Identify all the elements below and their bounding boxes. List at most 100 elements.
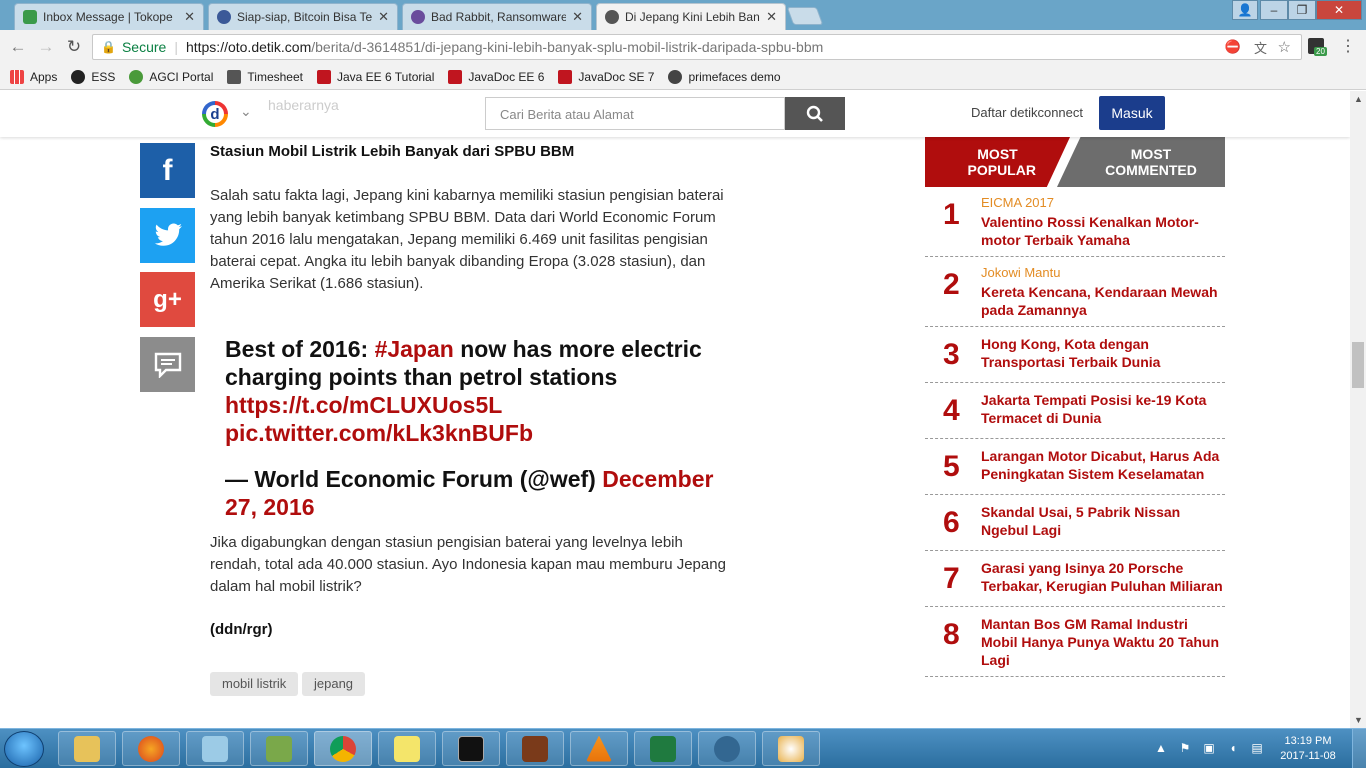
item-title-link[interactable]: Jakarta Tempati Posisi ke-19 Kota Termac… [981, 391, 1225, 427]
item-title-link[interactable]: Kereta Kencana, Kendaraan Mewah pada Zam… [981, 283, 1225, 319]
new-tab-button[interactable] [786, 7, 824, 25]
secure-indicator[interactable]: 🔒 Secure [101, 39, 166, 55]
volume-icon[interactable]: ◖ [1226, 741, 1240, 755]
tweet-url-link[interactable]: https://t.co/mCLUXUos5L [225, 392, 502, 418]
googleplus-share-button[interactable]: g+ [140, 272, 195, 327]
start-button[interactable] [4, 731, 44, 767]
item-title-link[interactable]: Hong Kong, Kota dengan Transportasi Terb… [981, 335, 1225, 371]
taskbar-firefox[interactable] [122, 731, 180, 766]
tab-most-commented[interactable]: MOST COMMENTED [1057, 137, 1225, 187]
facebook-favicon-icon [217, 10, 231, 24]
sticky-notes-icon [394, 735, 420, 762]
item-title-link[interactable]: Mantan Bos GM Ramal Industri Mobil Hanya… [981, 615, 1225, 669]
item-keyword[interactable]: EICMA 2017 [981, 195, 1225, 211]
register-link[interactable]: Daftar detikconnect [971, 105, 1083, 120]
bookmark-javadoc-se7[interactable]: JavaDoc SE 7 [558, 69, 654, 84]
taskbar-java-ide[interactable] [506, 731, 564, 766]
tag-chip[interactable]: mobil listrik [210, 672, 299, 696]
language-icon[interactable]: ▤ [1250, 741, 1264, 755]
item-title-link[interactable]: Larangan Motor Dicabut, Harus Ada Pening… [981, 447, 1225, 483]
twitter-share-button[interactable] [140, 208, 195, 263]
item-title-link[interactable]: Skandal Usai, 5 Pabrik Nissan Ngebul Lag… [981, 503, 1225, 539]
user-icon[interactable]: 👤 [1232, 0, 1258, 20]
taskbar-postgres[interactable] [698, 731, 756, 766]
browser-tab-2[interactable]: Siap-siap, Bitcoin Bisa Te ✕ [208, 3, 398, 30]
popular-item[interactable]: 1 EICMA 2017 Valentino Rossi Kenalkan Mo… [925, 187, 1225, 257]
bookmark-primefaces[interactable]: primefaces demo [668, 69, 781, 84]
browser-tab-1[interactable]: Inbox Message | Tokope ✕ [14, 3, 204, 30]
bookmark-timesheet[interactable]: Timesheet [227, 69, 303, 84]
item-title-link[interactable]: Garasi yang Isinya 20 Porsche Terbakar, … [981, 559, 1225, 595]
taskbar-chrome[interactable] [314, 731, 372, 766]
back-icon[interactable]: ← [8, 37, 28, 57]
taskbar-excel[interactable] [634, 731, 692, 766]
close-tab-icon[interactable]: ✕ [572, 9, 583, 25]
close-tab-icon[interactable]: ✕ [378, 9, 389, 25]
author-credit: (ddn/rgr) [210, 621, 273, 638]
popular-item[interactable]: 4 Jakarta Tempati Posisi ke-19 Kota Term… [925, 383, 1225, 439]
scroll-up-icon[interactable]: ▲ [1354, 94, 1363, 104]
tweet-hashtag-link[interactable]: #Japan [375, 336, 454, 362]
taskbar-vlc[interactable] [570, 731, 628, 766]
popular-item[interactable]: 8 Mantan Bos GM Ramal Industri Mobil Han… [925, 607, 1225, 677]
bookmark-label: Java EE 6 Tutorial [336, 69, 435, 84]
login-button[interactable]: Masuk [1099, 96, 1165, 130]
bookmark-label: Apps [30, 69, 58, 84]
excel-icon [650, 735, 676, 762]
popular-item[interactable]: 6 Skandal Usai, 5 Pabrik Nissan Ngebul L… [925, 495, 1225, 551]
page-scrollbar[interactable] [1350, 91, 1366, 728]
taskbar-notes[interactable] [186, 731, 244, 766]
close-window-button[interactable]: ✕ [1316, 0, 1362, 20]
tag-chip[interactable]: jepang [302, 672, 366, 696]
system-clock[interactable]: 13:19 PM 2017-11-08 [1276, 734, 1340, 764]
bookmark-label: ESS [91, 69, 116, 84]
bookmark-agci[interactable]: AGCI Portal [129, 69, 213, 84]
scrollbar-thumb[interactable] [1352, 342, 1364, 388]
comment-button[interactable] [140, 337, 195, 392]
blocked-popup-icon[interactable]: ⛔ [1225, 39, 1241, 55]
web-page: d ⌄ haberarnya Cari Berita atau Alamat D… [0, 91, 1350, 728]
tweet-pic-link[interactable]: pic.twitter.com/kLk3knBUFb [225, 420, 533, 446]
browser-tab-3[interactable]: Bad Rabbit, Ransomware ✕ [402, 3, 592, 30]
bookmark-ess[interactable]: ESS [71, 69, 116, 84]
scroll-down-icon[interactable]: ▼ [1354, 715, 1363, 725]
item-title-link[interactable]: Valentino Rossi Kenalkan Motor-motor Ter… [981, 213, 1225, 249]
address-bar[interactable]: 🔒 Secure | https://oto.detik.com/berita/… [92, 34, 1302, 60]
taskbar-monitor[interactable] [250, 731, 308, 766]
bookmark-apps[interactable]: Apps [10, 69, 58, 84]
tray-expand-icon[interactable]: ▲ [1154, 741, 1168, 755]
network-warning-icon[interactable]: ⚑ [1178, 741, 1192, 755]
popular-item[interactable]: 7 Garasi yang Isinya 20 Porsche Terbakar… [925, 551, 1225, 607]
popular-item[interactable]: 5 Larangan Motor Dicabut, Harus Ada Peni… [925, 439, 1225, 495]
item-keyword[interactable]: Jokowi Mantu [981, 265, 1225, 281]
minimize-button[interactable]: – [1260, 0, 1288, 20]
close-tab-icon[interactable]: ✕ [184, 9, 195, 25]
tab-most-popular[interactable]: MOST POPULAR [925, 137, 1070, 187]
popular-item[interactable]: 2 Jokowi Mantu Kereta Kencana, Kendaraan… [925, 257, 1225, 327]
restore-button[interactable]: ❐ [1288, 0, 1316, 20]
search-button[interactable] [785, 97, 845, 130]
translate-icon[interactable]: 文 [1254, 38, 1267, 57]
forward-icon[interactable]: → [36, 37, 56, 57]
show-desktop-button[interactable] [1352, 729, 1366, 768]
facebook-share-button[interactable]: f [140, 143, 195, 198]
taskbar-cmd[interactable] [442, 731, 500, 766]
bookmark-javaee-tutorial[interactable]: Java EE 6 Tutorial [316, 69, 435, 84]
menu-icon[interactable]: ⋮ [1340, 36, 1356, 56]
bookmark-star-icon[interactable]: ☆ [1278, 38, 1291, 56]
browser-tab-active[interactable]: Di Jepang Kini Lebih Ban ✕ [596, 3, 786, 30]
detik-logo[interactable]: d [202, 101, 228, 127]
device-icon[interactable]: ▣ [1202, 741, 1216, 755]
bookmark-label: Timesheet [247, 69, 303, 84]
search-input[interactable]: Cari Berita atau Alamat [485, 97, 785, 130]
article-body: Stasiun Mobil Listrik Lebih Banyak dari … [210, 141, 740, 295]
taskbar-paint[interactable] [762, 731, 820, 766]
taskbar-explorer[interactable] [58, 731, 116, 766]
reload-icon[interactable]: ↻ [64, 37, 84, 57]
popular-item[interactable]: 3 Hong Kong, Kota dengan Transportasi Te… [925, 327, 1225, 383]
close-tab-icon[interactable]: ✕ [766, 9, 777, 25]
bookmark-javadoc-ee6[interactable]: JavaDoc EE 6 [448, 69, 544, 84]
extension-icon[interactable]: 20 [1308, 38, 1327, 56]
taskbar-sticky[interactable] [378, 731, 436, 766]
chevron-down-icon[interactable]: ⌄ [240, 103, 252, 120]
